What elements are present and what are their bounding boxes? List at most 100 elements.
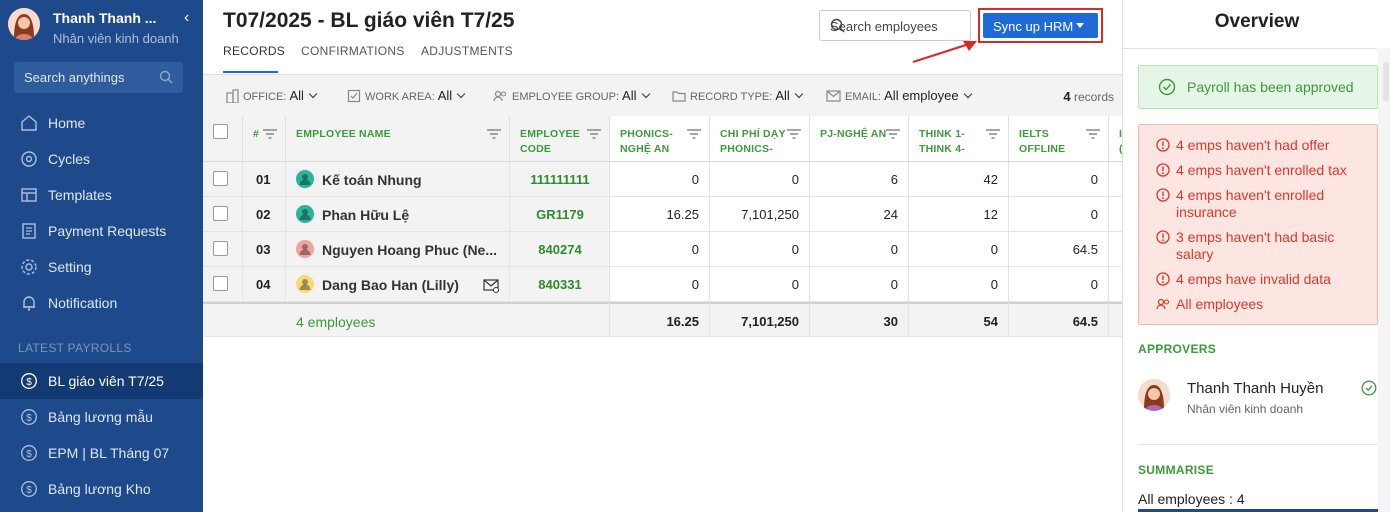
table-cell: 0 (710, 232, 810, 267)
filter-bar: OFFICE: All WORK AREA: All EMPLOYEE GROU… (203, 74, 1122, 116)
employee-name[interactable]: Nguyen Hoang Phuc (Ne... (322, 242, 497, 258)
sidebar-item-home[interactable]: Home (0, 105, 203, 141)
table-cell: 0 (1009, 197, 1109, 232)
filter-icon[interactable] (986, 126, 1000, 144)
payment-requests-icon (20, 222, 38, 240)
table-cell: 04 (243, 267, 286, 302)
footer-cell (203, 302, 286, 337)
numeric-cell: 42 (983, 172, 998, 187)
sidebar-item-setting[interactable]: Setting (0, 249, 203, 285)
row-number: 01 (256, 172, 271, 187)
approved-banner: Payroll has been approved (1138, 65, 1378, 109)
payroll-item[interactable]: $ EPM | BL Tháng 07 (0, 435, 203, 471)
table-cell: 0 (909, 267, 1009, 302)
filter-icon[interactable] (1086, 126, 1100, 144)
tab-adjustments[interactable]: ADJUSTMENTS (421, 44, 513, 58)
footer-cell: 54 (909, 302, 1009, 337)
footer-cell: 16.25 (610, 302, 710, 337)
payroll-item-active[interactable]: $ BL giáo viên T7/25 (0, 363, 203, 399)
approver-name: Thanh Thanh Huyền (1187, 380, 1324, 397)
sidebar: Thanh Thanh ... Nhân viên kinh doanh ‹ S… (0, 0, 203, 512)
select-all-checkbox[interactable] (213, 124, 228, 139)
alert-circle-icon (1156, 188, 1170, 206)
row-checkbox[interactable] (213, 171, 228, 186)
table-cell: 24 (810, 197, 909, 232)
search-icon (830, 18, 962, 36)
alert-circle-icon (1156, 230, 1170, 248)
cycles-icon (20, 150, 38, 168)
filter-icon[interactable] (886, 126, 900, 144)
row-number: 04 (256, 277, 271, 292)
work-area-filter[interactable]: WORK AREA: All (347, 88, 466, 106)
gear-icon (20, 258, 38, 276)
office-filter[interactable]: OFFICE: All (225, 88, 318, 106)
dollar-icon: $ (20, 372, 38, 390)
employee-group-filter[interactable]: EMPLOYEE GROUP: All (493, 88, 650, 106)
numeric-cell: 0 (990, 242, 998, 257)
collapse-sidebar-icon[interactable]: ‹ (184, 9, 189, 27)
numeric-cell: 0 (1090, 277, 1098, 292)
panel-scroll-thumb[interactable] (1383, 62, 1389, 102)
table-cell (1109, 162, 1122, 197)
users-icon (1156, 297, 1171, 315)
tab-confirmations[interactable]: CONFIRMATIONS (301, 44, 405, 58)
record-type-filter[interactable]: RECORD TYPE: All (672, 88, 804, 106)
employee-avatar-icon (296, 205, 314, 223)
footer-cell: 30 (810, 302, 909, 337)
email-filter[interactable]: EMAIL: All employee (826, 88, 972, 106)
row-checkbox[interactable] (213, 206, 228, 221)
employee-name[interactable]: Phan Hữu Lệ (322, 207, 409, 223)
filter-icon[interactable] (787, 126, 801, 144)
table-cell: 64.5 (1009, 232, 1109, 267)
filter-icon[interactable] (587, 126, 601, 144)
numeric-cell: 0 (1090, 172, 1098, 187)
alert-circle-icon (1156, 272, 1170, 290)
table-cell: 16.25 (610, 197, 710, 232)
mail-icon (826, 89, 841, 106)
caret-down-icon (1076, 23, 1084, 28)
chevron-down-icon (641, 89, 650, 99)
table-cell (203, 197, 243, 232)
overview-panel: Overview Payroll has been approved 4 emp… (1122, 0, 1390, 512)
users-icon (493, 89, 508, 106)
mail-icon[interactable] (483, 278, 500, 296)
table-cell (1109, 267, 1122, 302)
table-cell (1109, 197, 1122, 232)
user-profile[interactable]: Thanh Thanh ... Nhân viên kinh doanh ‹ (8, 7, 198, 47)
filter-icon[interactable] (687, 126, 701, 144)
table-cell: 0 (610, 267, 710, 302)
employee-code: 840274 (538, 242, 582, 257)
payroll-item[interactable]: $ Bảng lương mẫu (0, 399, 203, 435)
sidebar-item-templates[interactable]: Templates (0, 177, 203, 213)
numeric-cell: 0 (990, 277, 998, 292)
table-cell: Phan Hữu Lệ (286, 197, 510, 232)
numeric-cell: 0 (890, 277, 898, 292)
warnings-box: 4 emps haven't had offer 4 emps haven't … (1138, 124, 1378, 325)
employee-name[interactable]: Dang Bao Han (Lilly) (322, 277, 459, 293)
footer-total: 7,101,250 (741, 314, 799, 329)
building-icon (225, 88, 239, 106)
header-phonics: PHONICS- NGHỆ AN (610, 116, 710, 162)
row-checkbox[interactable] (213, 241, 228, 256)
payroll-item[interactable]: $ Bảng lương Kho (0, 471, 203, 507)
table-cell (203, 267, 243, 302)
employee-name[interactable]: Kế toán Nhung (322, 172, 422, 188)
numeric-cell: 0 (691, 277, 699, 292)
numeric-cell: 0 (791, 242, 799, 257)
sync-up-hrm-button[interactable]: Sync up HRM (983, 13, 1098, 38)
panel-scrollbar[interactable] (1378, 48, 1390, 512)
table-cell: 02 (243, 197, 286, 232)
employee-search-input[interactable]: Search employees (819, 10, 971, 41)
alert-circle-icon (1156, 138, 1170, 156)
filter-icon[interactable] (263, 126, 277, 144)
sidebar-item-notification[interactable]: Notification (0, 285, 203, 321)
svg-text:$: $ (26, 485, 32, 496)
chevron-down-icon (308, 89, 318, 99)
filter-icon[interactable] (487, 126, 501, 144)
sidebar-item-payment-requests[interactable]: Payment Requests (0, 213, 203, 249)
tab-records[interactable]: RECORDS (223, 44, 285, 58)
row-checkbox[interactable] (213, 276, 228, 291)
sidebar-item-cycles[interactable]: Cycles (0, 141, 203, 177)
templates-icon (20, 186, 38, 204)
sidebar-search-input[interactable]: Search anythings (14, 62, 183, 93)
